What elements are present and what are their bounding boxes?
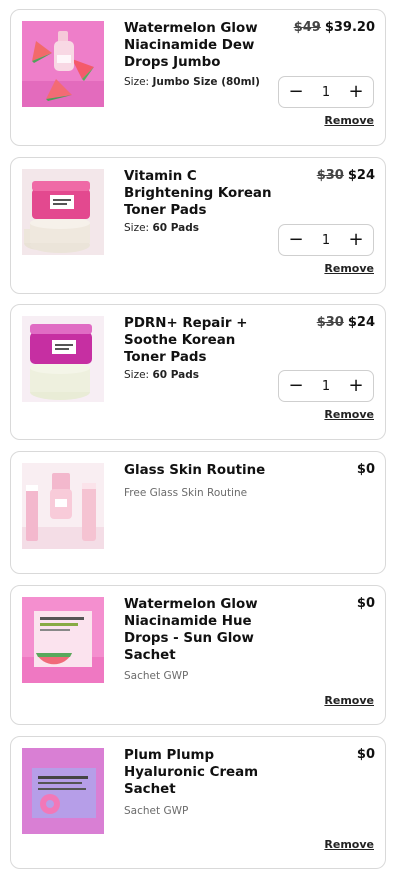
item-subtitle: Sachet GWP xyxy=(124,805,189,817)
item-subtitle: Free Glass Skin Routine xyxy=(124,487,248,499)
glass-skin-routine-image[interactable] xyxy=(22,463,104,549)
plum-plump-sachet-image[interactable] xyxy=(22,748,104,834)
cart-item-card: Watermelon Glow Niacinamide Dew Drops Ju… xyxy=(10,9,386,146)
size-info: Size: 60 Pads xyxy=(124,369,199,381)
plus-icon[interactable]: + xyxy=(347,83,365,101)
cart-item-card: Vitamin C Brightening Korean Toner Pads … xyxy=(10,157,386,294)
size-info: Size: 60 Pads xyxy=(124,222,199,234)
quantity-value: 1 xyxy=(321,378,331,394)
sale-price: $24 xyxy=(347,315,375,330)
quantity-stepper: − 1 + xyxy=(278,76,374,108)
minus-icon[interactable]: − xyxy=(287,377,305,395)
quantity-value: 1 xyxy=(321,84,331,100)
item-subtitle: Sachet GWP xyxy=(124,670,189,682)
remove-link[interactable]: Remove xyxy=(324,114,374,127)
item-title[interactable]: Glass Skin Routine xyxy=(124,462,274,479)
size-label: Size: xyxy=(124,222,150,234)
watermelon-dew-drops-image[interactable] xyxy=(22,21,104,107)
price: $0 xyxy=(357,747,375,762)
cart-item-card: Watermelon Glow Niacinamide Hue Drops - … xyxy=(10,585,386,725)
pdrn-toner-pads-image[interactable] xyxy=(22,316,104,402)
cart-item-card: Glass Skin Routine $0 Free Glass Skin Ro… xyxy=(10,451,386,574)
item-title[interactable]: Watermelon Glow Niacinamide Hue Drops - … xyxy=(124,596,274,664)
minus-icon[interactable]: − xyxy=(287,83,305,101)
size-value: 60 Pads xyxy=(152,222,199,234)
size-label: Size: xyxy=(124,76,150,88)
cart-item-card: PDRN+ Repair + Soothe Korean Toner Pads … xyxy=(10,304,386,440)
sale-price: $0 xyxy=(356,747,375,762)
size-value: 60 Pads xyxy=(152,369,199,381)
price: $0 xyxy=(357,462,375,477)
sale-price: $0 xyxy=(356,462,375,477)
cart-item-list: Watermelon Glow Niacinamide Dew Drops Ju… xyxy=(0,0,400,877)
original-price: $30 xyxy=(316,168,344,183)
price: $0 xyxy=(357,596,375,611)
hue-drops-sachet-image[interactable] xyxy=(22,597,104,683)
quantity-stepper: − 1 + xyxy=(278,370,374,402)
remove-link[interactable]: Remove xyxy=(324,262,374,275)
size-label: Size: xyxy=(124,369,150,381)
remove-link[interactable]: Remove xyxy=(324,694,374,707)
item-title[interactable]: PDRN+ Repair + Soothe Korean Toner Pads xyxy=(124,315,274,366)
vitamin-c-toner-pads-image[interactable] xyxy=(22,169,104,255)
minus-icon[interactable]: − xyxy=(287,231,305,249)
quantity-value: 1 xyxy=(321,232,331,248)
original-price: $49 xyxy=(293,20,321,35)
item-title[interactable]: Plum Plump Hyaluronic Cream Sachet xyxy=(124,747,274,798)
price: $30 $24 xyxy=(317,168,375,183)
item-title[interactable]: Vitamin C Brightening Korean Toner Pads xyxy=(124,168,274,219)
quantity-stepper: − 1 + xyxy=(278,224,374,256)
plus-icon[interactable]: + xyxy=(347,377,365,395)
price: $49 $39.20 xyxy=(294,20,375,35)
size-info: Size: Jumbo Size (80ml) xyxy=(124,76,260,88)
sale-price: $39.20 xyxy=(324,20,375,35)
item-title[interactable]: Watermelon Glow Niacinamide Dew Drops Ju… xyxy=(124,20,274,71)
cart-item-card: Plum Plump Hyaluronic Cream Sachet $0 Sa… xyxy=(10,736,386,869)
remove-link[interactable]: Remove xyxy=(324,408,374,421)
price: $30 $24 xyxy=(317,315,375,330)
sale-price: $0 xyxy=(356,596,375,611)
remove-link[interactable]: Remove xyxy=(324,838,374,851)
plus-icon[interactable]: + xyxy=(347,231,365,249)
original-price: $30 xyxy=(316,315,344,330)
sale-price: $24 xyxy=(347,168,375,183)
size-value: Jumbo Size (80ml) xyxy=(152,76,260,88)
